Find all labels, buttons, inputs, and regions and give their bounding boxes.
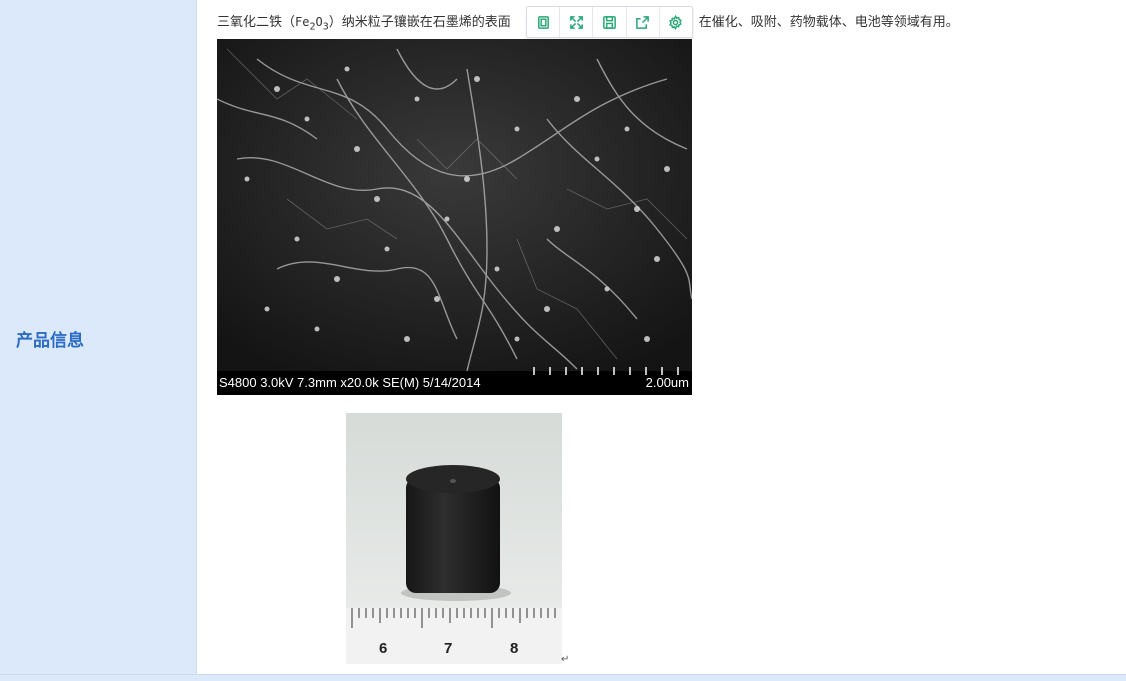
sem-caption-scale: 2.00um [645,375,689,390]
image-toolbar [526,6,693,38]
expand-button[interactable] [560,7,594,37]
ruler-number-7: 7 [444,640,452,657]
copy-button[interactable] [527,7,561,37]
desc-suffix: 构，在催化、吸附、药物载体、电池等领域有用。 [672,15,959,30]
desc-middle: ）纳米粒子镶嵌在石墨烯的表面 [328,15,511,30]
sem-micrograph: S4800 3.0kV 7.3mm x20.0k SE(M) 5/14/2014… [217,39,692,395]
sample-photo: 6 7 8 [346,413,562,664]
content-panel: 三氧化二铁（Fe2O3）纳米粒子镶嵌在石墨烯的表面 构，在催化、吸附、药物载体、电… [197,0,1126,674]
chemical-formula: Fe2O3 [295,15,329,32]
share-button[interactable] [627,7,660,37]
formula-o: O [315,15,323,29]
save-button[interactable] [593,7,627,37]
sample-photo-graphic: 6 7 8 [346,413,562,664]
sem-caption-left: S4800 3.0kV 7.3mm x20.0k SE(M) 5/14/2014 [219,375,481,390]
settings-icon [669,14,683,30]
ruler-number-6: 6 [379,640,387,657]
save-icon [603,15,616,29]
expand-icon [569,15,583,29]
share-icon [636,15,650,29]
ruler-number-8: 8 [510,640,518,657]
sidebar: 产品信息 [0,0,197,674]
return-mark-icon: ↵ [561,654,570,665]
formula-fe: Fe [295,15,310,29]
copy-icon [537,15,549,29]
sem-image-graphic [217,39,692,372]
settings-button[interactable] [660,7,692,37]
sem-caption-bar: S4800 3.0kV 7.3mm x20.0k SE(M) 5/14/2014… [217,367,692,395]
section-title: 产品信息 [16,331,84,351]
desc-prefix: 三氧化二铁（ [217,15,296,30]
